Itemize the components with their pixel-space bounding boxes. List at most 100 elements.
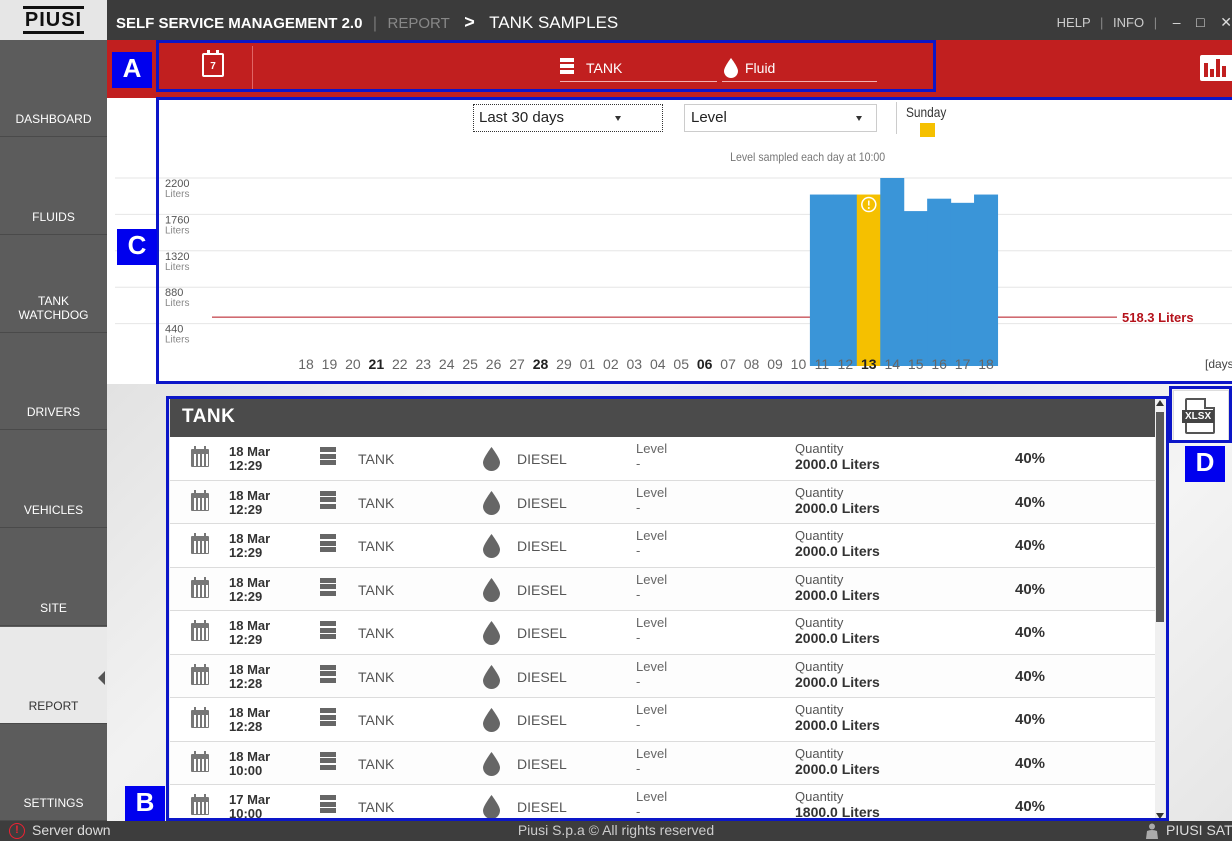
- x-tick-label: 22: [392, 356, 408, 372]
- tank-name: TANK: [358, 668, 395, 685]
- annotation-label-d: D: [1185, 446, 1225, 482]
- sidebar-item-settings[interactable]: SETTINGS: [0, 724, 107, 821]
- percent-value: 40%: [1015, 580, 1046, 598]
- drop-icon: [724, 58, 738, 78]
- bar[interactable]: [903, 211, 928, 366]
- bar[interactable]: [880, 178, 905, 366]
- copyright-text: Piusi S.p.a © All rights reserved: [517, 822, 715, 838]
- x-tick-label: 07: [720, 356, 736, 372]
- table-row[interactable]: 18 Mar 12:28 TANK DIESEL Level - Quantity 2000.…: [170, 698, 1155, 742]
- table-row[interactable]: 18 Mar 12:29 TANK DIESEL Level - Quantity 2000.…: [170, 437, 1155, 481]
- sidebar-item-vehicles[interactable]: VEHICLES: [0, 431, 107, 528]
- table-row[interactable]: 18 Mar 12:29 TANK DIESEL Level - Quantity 2000.…: [170, 524, 1155, 568]
- x-tick-label: 02: [603, 356, 619, 372]
- x-tick-label: 08: [744, 356, 760, 372]
- level-value: -: [636, 804, 641, 819]
- sidebar-item-fluids[interactable]: FLUIDS: [0, 138, 107, 235]
- scroll-thumb[interactable]: [1156, 412, 1164, 622]
- drop-icon: [483, 447, 500, 471]
- sample-date: 18 Mar: [229, 618, 271, 633]
- tank-icon: [320, 751, 336, 774]
- bar-highlight-sunday[interactable]: [856, 194, 881, 366]
- drop-icon: [483, 577, 500, 602]
- tank-name: TANK: [358, 712, 395, 728]
- user-icon[interactable]: [1146, 823, 1158, 839]
- table-row[interactable]: 17 Mar 10:00 TANK DIESEL Level - Quantity 1800.…: [170, 785, 1155, 821]
- quantity-label: Quantity: [795, 441, 844, 456]
- calendar-icon[interactable]: 7: [202, 50, 224, 77]
- export-xlsx-button[interactable]: XLSX: [1173, 390, 1229, 442]
- bar[interactable]: [833, 194, 858, 366]
- y-tick-unit: Liters: [165, 335, 189, 346]
- breadcrumb-report[interactable]: REPORT: [388, 15, 450, 32]
- current-user[interactable]: PIUSI SAT: [1166, 822, 1232, 838]
- sidebar: DASHBOARD FLUIDS TANK WATCHDOG DRIVERS V…: [0, 40, 107, 821]
- scrollbar[interactable]: [1155, 398, 1165, 821]
- sample-date: 18 Mar: [229, 748, 271, 764]
- help-link[interactable]: HELP: [1057, 15, 1091, 30]
- sidebar-item-report[interactable]: REPORT: [0, 627, 107, 724]
- fluid-name: DIESEL: [517, 668, 567, 685]
- table-row[interactable]: 18 Mar 12:28 TANK DIESEL Level - Quantity 2000.…: [170, 654, 1155, 698]
- percent-value: 40%: [1015, 537, 1046, 554]
- table-row[interactable]: 18 Mar 12:29 TANK DIESEL Level - Quantity 2000.…: [170, 567, 1155, 611]
- tank-icon: [320, 795, 336, 817]
- drop-icon: [483, 534, 500, 558]
- quantity-value: 2000.0 Liters: [795, 717, 880, 733]
- sample-time: 10:00: [229, 762, 263, 778]
- x-tick-label: 03: [627, 356, 643, 372]
- tank-icon: [320, 490, 336, 513]
- app-title: SELF SERVICE MANAGEMENT 2.0: [116, 15, 363, 32]
- bar[interactable]: [974, 194, 999, 366]
- info-link[interactable]: INFO: [1113, 15, 1144, 30]
- bar[interactable]: [950, 202, 975, 366]
- sample-date: 17 Mar: [229, 792, 271, 807]
- tank-filter[interactable]: TANK: [560, 56, 717, 82]
- x-tick-label: 20: [345, 356, 361, 372]
- tank-name: TANK: [358, 755, 395, 772]
- close-icon[interactable]: ✕: [1220, 0, 1232, 44]
- sidebar-item-site[interactable]: SITE: [0, 529, 107, 626]
- x-tick-label: 15: [908, 356, 924, 372]
- calendar-icon: [191, 663, 209, 685]
- fluid-name: DIESEL: [517, 712, 567, 728]
- y-tick-unit: Liters: [165, 225, 189, 236]
- table-row[interactable]: 18 Mar 10:00 TANK DIESEL Level - Quantity 2000.…: [170, 741, 1155, 785]
- sidebar-item-tank-watchdog[interactable]: TANK WATCHDOG: [0, 236, 107, 333]
- calendar-icon: [191, 750, 209, 772]
- table-row[interactable]: 18 Mar 12:29 TANK DIESEL Level - Quantity 2000.…: [170, 611, 1155, 655]
- drop-icon: [483, 621, 500, 645]
- bar[interactable]: [809, 194, 834, 366]
- sample-date: 18 Mar: [229, 531, 271, 546]
- chevron-right-icon: >: [464, 12, 475, 32]
- bar-chart-icon[interactable]: [1200, 55, 1232, 81]
- level-label: Level: [636, 571, 668, 587]
- level-value: -: [636, 456, 641, 471]
- quantity-label: Quantity: [795, 658, 844, 674]
- breadcrumb-separator: |: [372, 15, 378, 32]
- y-tick-unit: Liters: [165, 189, 189, 200]
- x-tick-label: 19: [322, 356, 338, 372]
- sample-date: 18 Mar: [229, 444, 271, 459]
- annotation-label-b: B: [125, 786, 165, 822]
- fluid-filter[interactable]: Fluid: [722, 56, 877, 82]
- calendar-icon: [191, 446, 209, 467]
- drop-icon: [483, 490, 500, 515]
- table-row[interactable]: 18 Mar 12:29 TANK DIESEL Level - Quantity 2000.…: [170, 480, 1155, 524]
- scroll-down-icon[interactable]: [1156, 813, 1164, 819]
- scroll-up-icon[interactable]: [1156, 400, 1164, 406]
- sample-date: 18 Mar: [229, 661, 271, 677]
- filter-toolbar: 7 TANK Fluid: [107, 40, 1232, 98]
- sample-time: 10:00: [229, 806, 263, 821]
- maximize-icon[interactable]: □: [1196, 0, 1204, 44]
- fluid-name: DIESEL: [517, 755, 567, 772]
- fluid-name: DIESEL: [517, 799, 567, 815]
- minimize-icon[interactable]: –: [1173, 0, 1181, 44]
- x-tick-label: 14: [884, 356, 900, 372]
- bar[interactable]: [927, 198, 952, 366]
- sidebar-item-drivers[interactable]: DRIVERS: [0, 333, 107, 430]
- level-label: Level: [636, 484, 668, 500]
- calendar-icon: [191, 620, 209, 641]
- tank-name: TANK: [358, 625, 395, 641]
- sidebar-item-dashboard[interactable]: DASHBOARD: [0, 40, 107, 137]
